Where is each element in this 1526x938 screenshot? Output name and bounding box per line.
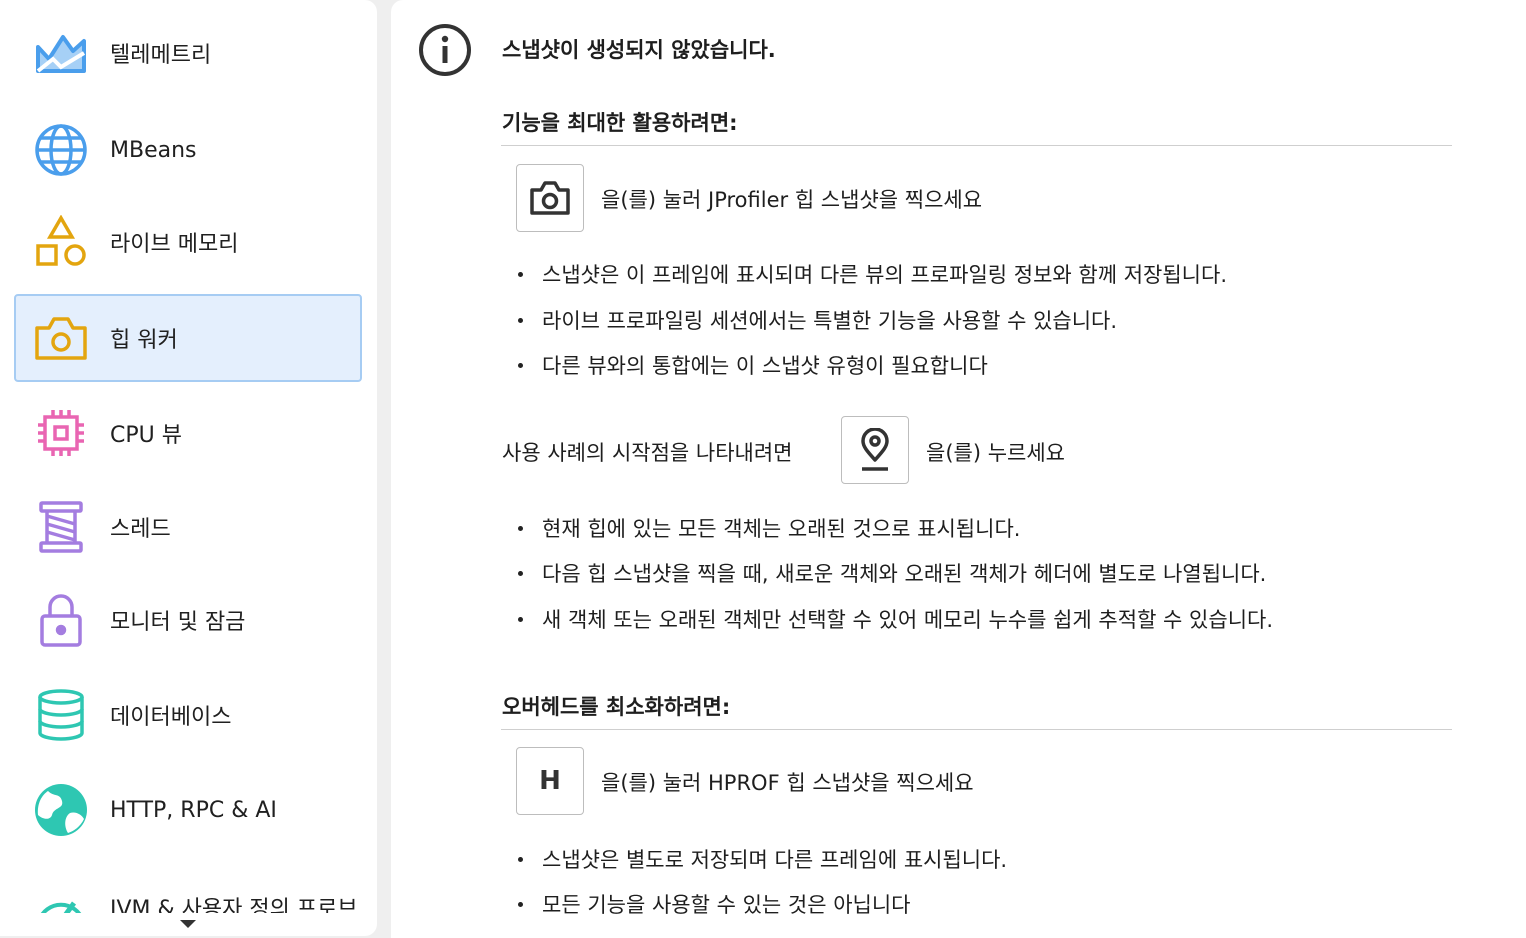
cpu-chip-icon — [34, 406, 88, 460]
sidebar-item-monitors-locks[interactable]: 모니터 및 잠금 — [14, 577, 362, 663]
sidebar-item-mbeans[interactable]: MBeans — [14, 107, 362, 193]
section-heading-full-features: 기능을 최대한 활용하려면: — [502, 111, 738, 135]
take-snapshot-instruction: 을(를) 눌러 JProfiler 힙 스냅샷을 찍으세요 — [601, 188, 983, 212]
take-hprof-snapshot-button[interactable]: H — [516, 747, 584, 815]
sidebar-item-cpu-views[interactable]: CPU 뷰 — [14, 390, 362, 476]
gauge-icon — [34, 881, 88, 913]
map-pin-icon — [861, 428, 889, 471]
mark-heap-instruction-prefix: 사용 사례의 시작점을 나타내려면 — [502, 441, 793, 465]
mark-heap-instruction-suffix: 을(를) 누르세요 — [926, 441, 1065, 465]
camera-icon — [34, 311, 88, 365]
telemetry-icon — [34, 26, 88, 80]
sidebar-item-jvm-probes[interactable]: JVM & 사용자 정의 프로브 — [14, 873, 362, 913]
hprof-icon: H — [539, 766, 561, 796]
sidebar-item-label: HTTP, RPC & AI — [110, 797, 277, 823]
sidebar-item-threads[interactable]: 스레드 — [14, 484, 362, 570]
take-hprof-instruction: 을(를) 눌러 HPROF 힙 스냅샷을 찍으세요 — [601, 771, 974, 795]
sidebar-item-label: 모니터 및 잠금 — [110, 610, 246, 635]
main-panel: 스냅샷이 생성되지 않았습니다. 기능을 최대한 활용하려면: 을(를) 눌러 … — [391, 0, 1526, 938]
sidebar-item-telemetry[interactable]: 텔레메트리 — [14, 10, 362, 96]
page-title: 스냅샷이 생성되지 않았습니다. — [502, 38, 776, 62]
sidebar: 텔레메트리 MBeans 라이브 메모리 힙 워커 CPU 뷰 스레드 모니터 … — [0, 0, 377, 936]
sidebar-item-label: 텔레메트리 — [110, 43, 212, 68]
sidebar-item-label: 스레드 — [110, 517, 171, 542]
camera-icon — [530, 181, 570, 215]
sidebar-item-label: 라이브 메모리 — [110, 232, 239, 257]
scroll-down-arrow-icon[interactable] — [180, 920, 196, 928]
take-heap-snapshot-button[interactable] — [516, 164, 584, 232]
info-icon — [419, 24, 471, 76]
divider — [501, 145, 1452, 146]
sidebar-item-label: MBeans — [110, 137, 197, 163]
globe-icon — [34, 123, 88, 177]
sidebar-item-label: JVM & 사용자 정의 프로브 — [110, 897, 358, 913]
mark-heap-button[interactable] — [841, 416, 909, 484]
section-heading-minimal-overhead: 오버헤드를 최소화하려면: — [502, 695, 731, 719]
spool-icon — [34, 500, 88, 554]
lock-icon — [34, 593, 88, 647]
database-icon — [34, 688, 88, 742]
sidebar-item-heap-walker[interactable]: 힙 워커 — [14, 294, 362, 382]
sidebar-item-live-memory[interactable]: 라이브 메모리 — [14, 199, 362, 285]
network-globe-icon — [34, 783, 88, 837]
sidebar-item-databases[interactable]: 데이터베이스 — [14, 672, 362, 758]
sidebar-item-label: CPU 뷰 — [110, 423, 182, 448]
sidebar-item-label: 데이터베이스 — [110, 705, 232, 730]
divider — [501, 729, 1452, 730]
shapes-icon — [34, 215, 88, 269]
sidebar-item-label: 힙 워커 — [110, 328, 178, 353]
sidebar-item-http-rpc-ai[interactable]: HTTP, RPC & AI — [14, 767, 362, 853]
